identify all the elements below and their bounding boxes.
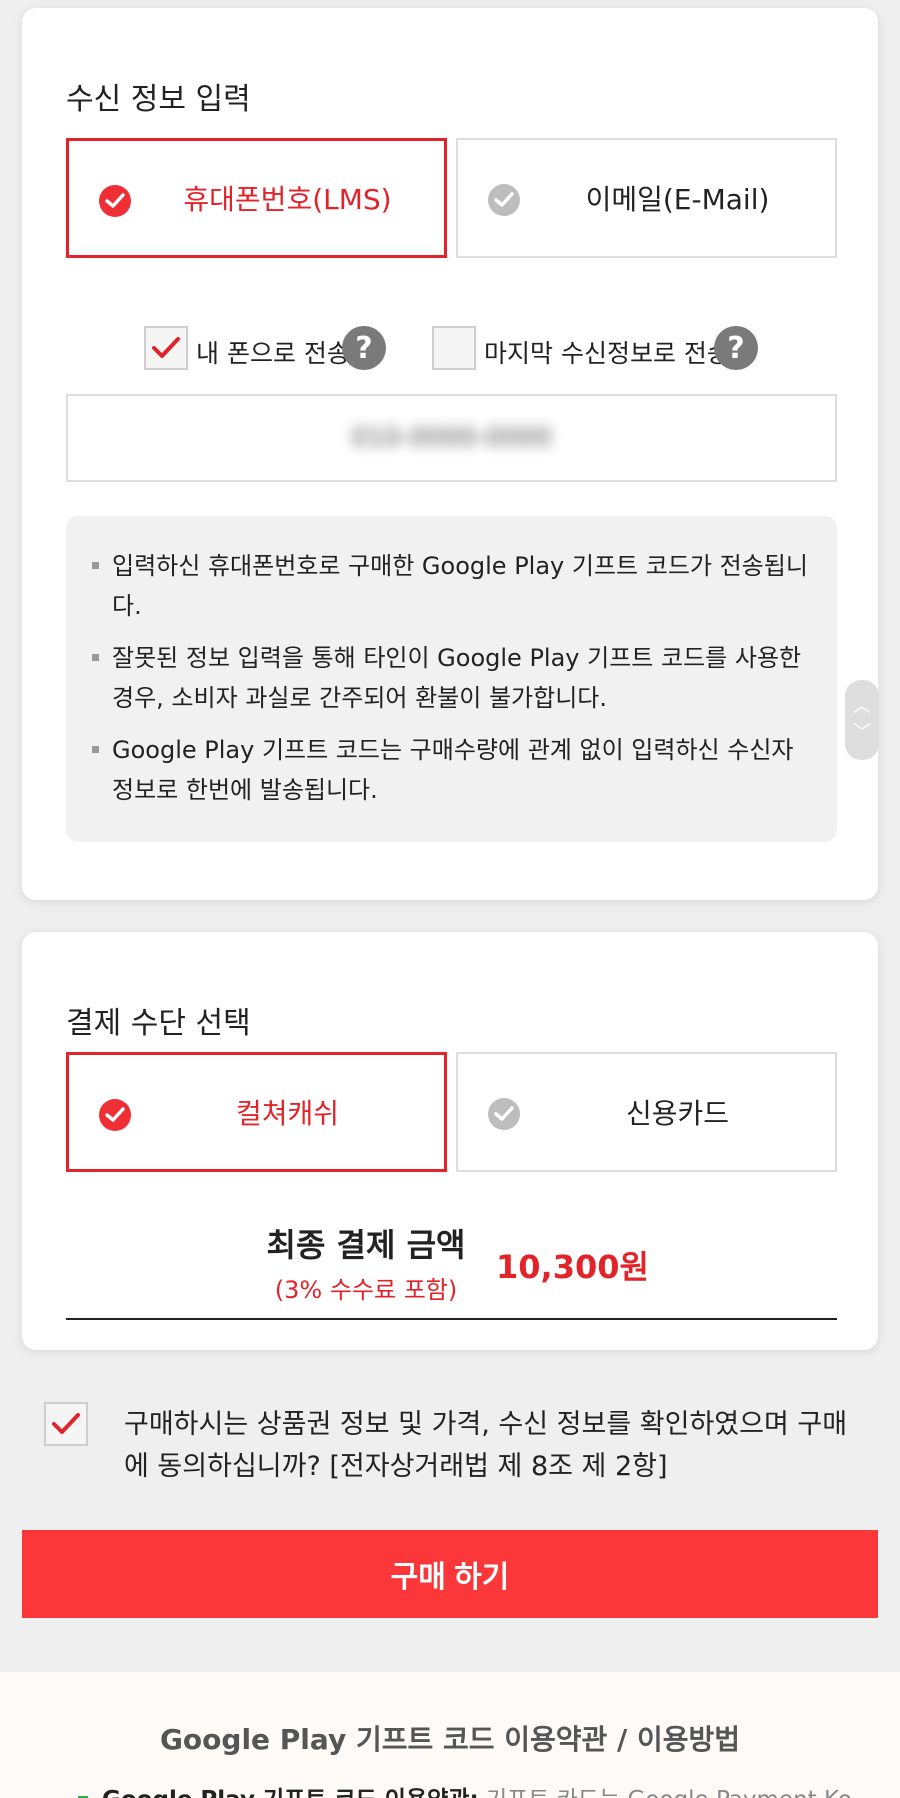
footer-title: Google Play 기프트 코드 이용약관 / 이용방법 xyxy=(159,1723,741,1756)
total-amount-row: 최종 결제 금액 (3% 수수료 포함) 10,300원 xyxy=(66,1220,837,1320)
question-mark-icon[interactable]: ? xyxy=(342,326,386,370)
footer-terms-line: Google Play 기프트 코드 이용약관: 기프트 카드는 Google … xyxy=(78,1780,852,1798)
receive-section-title: 수신 정보 입력 xyxy=(66,82,251,117)
payment-section-title: 결제 수단 선택 xyxy=(66,1006,251,1041)
footer: Google Play 기프트 코드 이용약관 / 이용방법 Google Pl… xyxy=(0,1672,900,1798)
check-circle-icon xyxy=(488,184,520,216)
scroll-handle[interactable]: ︿ ﹀ xyxy=(845,680,879,760)
total-label: 최종 결제 금액 xyxy=(266,1226,466,1264)
phone-number-value: 010-0000-0000 xyxy=(351,423,552,453)
notice-box: 입력하신 휴대폰번호로 구매한 Google Play 기프트 코드가 전송됩니… xyxy=(66,516,837,842)
question-mark-icon[interactable]: ? xyxy=(714,326,758,370)
agreement-checkbox[interactable] xyxy=(44,1402,88,1446)
option-credit-card[interactable]: 신용카드 xyxy=(456,1052,837,1172)
checkmark-icon xyxy=(152,337,180,358)
notice-item: 잘못된 정보 입력을 통해 타인이 Google Play 기프트 코드를 사용… xyxy=(92,638,811,718)
receive-info-card: 수신 정보 입력 휴대폰번호(LMS) 이메일(E-Mail) 내 폰으로 전송… xyxy=(22,8,878,900)
checkmark-icon xyxy=(52,1413,80,1434)
check-circle-icon xyxy=(488,1098,520,1130)
option-email-label: 이메일(E-Mail) xyxy=(585,183,770,216)
check-circle-icon xyxy=(99,185,131,217)
last-receiver-label: 마지막 수신정보로 전송 xyxy=(484,339,730,368)
notice-item: 입력하신 휴대폰번호로 구매한 Google Play 기프트 코드가 전송됩니… xyxy=(92,546,811,626)
buy-button[interactable]: 구매 하기 xyxy=(22,1530,878,1618)
terms-link[interactable]: Google Play 기프트 코드 이용약관: xyxy=(102,1787,479,1798)
option-phone-label: 휴대폰번호(LMS) xyxy=(183,183,392,216)
option-culture-cash[interactable]: 컬쳐캐쉬 xyxy=(66,1052,447,1172)
option-phone-lms[interactable]: 휴대폰번호(LMS) xyxy=(66,138,447,258)
option-credit-card-label: 신용카드 xyxy=(625,1097,730,1130)
phone-number-input[interactable]: 010-0000-0000 xyxy=(66,394,837,482)
my-phone-checkbox[interactable] xyxy=(144,326,188,370)
agreement-text: 구매하시는 상품권 정보 및 가격, 수신 정보를 확인하였으며 구매에 동의하… xyxy=(124,1409,848,1482)
total-amount: 10,300원 xyxy=(496,1248,649,1286)
total-label-block: 최종 결제 금액 (3% 수수료 포함) xyxy=(266,1220,466,1305)
send-options-row: 내 폰으로 전송 ? 마지막 수신정보로 전송 ? xyxy=(22,326,878,376)
terms-text: 기프트 카드는 Google Payment Ko xyxy=(479,1787,852,1798)
chevron-up-icon: ︿ xyxy=(853,696,871,717)
my-phone-label: 내 폰으로 전송 xyxy=(196,339,350,368)
option-culture-cash-label: 컬쳐캐쉬 xyxy=(235,1097,340,1130)
chevron-down-icon: ﹀ xyxy=(853,722,871,743)
fee-note: (3% 수수료 포함) xyxy=(274,1276,458,1304)
check-circle-icon xyxy=(99,1099,131,1131)
payment-card: 결제 수단 선택 컬쳐캐쉬 신용카드 최종 결제 금액 (3% 수수료 포함) … xyxy=(22,932,878,1350)
notice-item: Google Play 기프트 코드는 구매수량에 관계 없이 입력하신 수신자… xyxy=(92,730,811,810)
option-email[interactable]: 이메일(E-Mail) xyxy=(456,138,837,258)
last-receiver-checkbox[interactable] xyxy=(432,326,476,370)
